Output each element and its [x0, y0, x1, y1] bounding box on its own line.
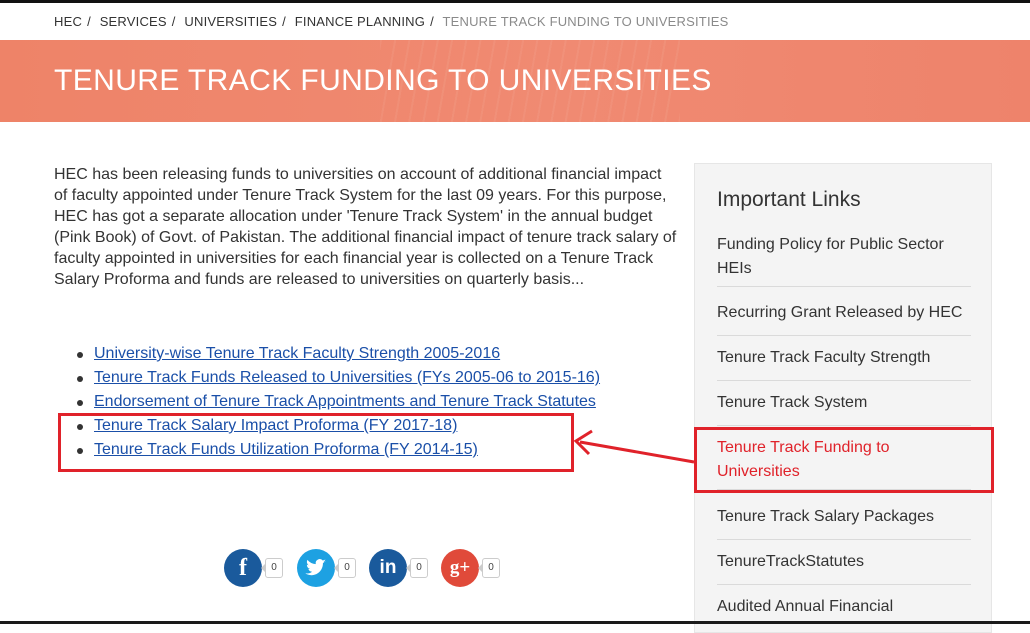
funds-released-link[interactable]: Tenure Track Funds Released to Universit… [94, 369, 600, 386]
breadcrumb-hec[interactable]: HEC [54, 14, 82, 29]
sidebar-item-funding-policy[interactable]: Funding Policy for Public Sector HEIs [717, 233, 971, 287]
twitter-share[interactable]: 0 [297, 548, 356, 588]
top-border [0, 0, 1030, 3]
twitter-bird-icon [305, 559, 326, 576]
twitter-share-count: 0 [334, 558, 356, 578]
linkedin-icon[interactable]: in [369, 549, 407, 587]
breadcrumb-universities[interactable]: UNIVERSITIES [184, 14, 277, 29]
linkedin-share[interactable]: in 0 [369, 548, 428, 588]
breadcrumb-separator: / [282, 14, 286, 29]
sidebar-item-recurring-grant[interactable]: Recurring Grant Released by HEC [717, 301, 971, 336]
breadcrumb-finance-planning[interactable]: FINANCE PLANNING [295, 14, 425, 29]
annotation-highlight-sidebar [694, 427, 994, 493]
sidebar-item-faculty-strength[interactable]: Tenure Track Faculty Strength [717, 346, 971, 381]
list-item: Tenure Track Funds Released to Universit… [76, 366, 600, 390]
page-banner: TENURE TRACK FUNDING TO UNIVERSITIES [0, 40, 1030, 122]
facebook-share[interactable]: f 0 [224, 548, 283, 588]
twitter-icon[interactable] [297, 549, 335, 587]
sidebar-item-audited-annual-financial[interactable]: Audited Annual Financial [717, 595, 971, 619]
list-item: University-wise Tenure Track Faculty Str… [76, 342, 600, 366]
sidebar-item-statutes[interactable]: TenureTrackStatutes [717, 550, 971, 585]
facebook-icon[interactable]: f [224, 549, 262, 587]
annotation-arrow [573, 429, 695, 464]
endorsement-link[interactable]: Endorsement of Tenure Track Appointments… [94, 393, 596, 410]
faculty-strength-link[interactable]: University-wise Tenure Track Faculty Str… [94, 345, 500, 362]
sidebar-title: Important Links [717, 188, 861, 211]
intro-paragraph: HEC has been releasing funds to universi… [54, 166, 677, 288]
breadcrumb-separator: / [430, 14, 434, 29]
breadcrumb-separator: / [87, 14, 91, 29]
breadcrumb: HEC / SERVICES / UNIVERSITIES / FINANCE PLA… [54, 14, 729, 29]
sidebar-item-salary-packages[interactable]: Tenure Track Salary Packages [717, 505, 971, 540]
google-plus-share-count: 0 [478, 558, 500, 578]
breadcrumb-current: TENURE TRACK FUNDING TO UNIVERSITIES [442, 14, 729, 29]
google-plus-icon[interactable]: g+ [441, 549, 479, 587]
annotation-highlight-links [58, 413, 574, 472]
breadcrumb-separator: / [171, 14, 176, 29]
linkedin-share-count: 0 [406, 558, 428, 578]
list-item: Endorsement of Tenure Track Appointments… [76, 390, 600, 414]
important-links-sidebar: Important Links Funding Policy for Publi… [694, 163, 992, 633]
page-title: TENURE TRACK FUNDING TO UNIVERSITIES [54, 64, 712, 97]
facebook-share-count: 0 [261, 558, 283, 578]
breadcrumb-services[interactable]: SERVICES [100, 14, 167, 29]
sidebar-item-tenure-track-system[interactable]: Tenure Track System [717, 391, 971, 426]
google-plus-share[interactable]: g+ 0 [441, 548, 500, 588]
